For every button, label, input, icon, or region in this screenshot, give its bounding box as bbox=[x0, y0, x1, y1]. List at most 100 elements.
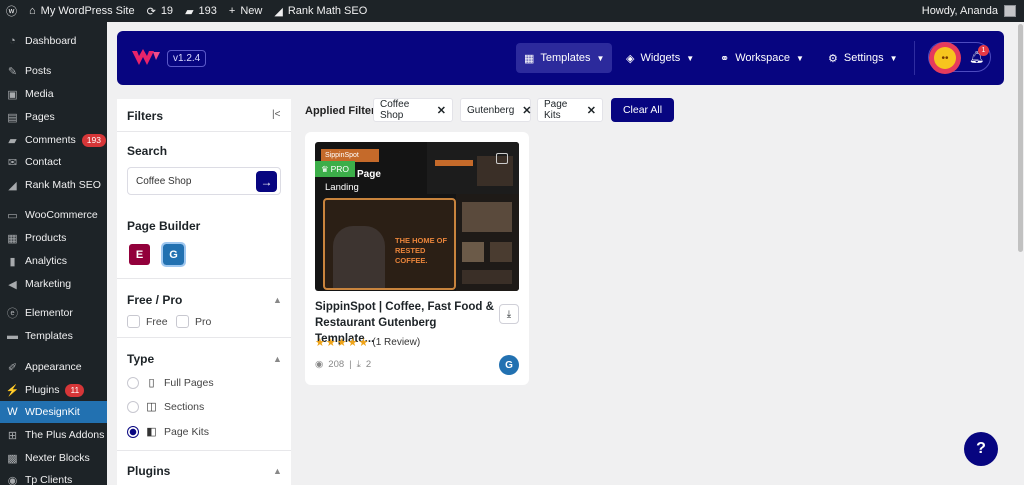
star-icon: ★ bbox=[336, 337, 347, 349]
elementor-filter-button[interactable]: E bbox=[129, 244, 150, 265]
chevron-up-icon[interactable]: ▲ bbox=[273, 466, 282, 476]
search-input[interactable] bbox=[136, 176, 246, 187]
sidebar-item-wdesignkit[interactable]: W WDesignKit bbox=[0, 401, 107, 423]
close-icon[interactable]: ✕ bbox=[522, 104, 531, 117]
search-box: → bbox=[127, 167, 281, 195]
elementor-icon: E bbox=[135, 248, 144, 261]
site-name-menu[interactable]: ⌂ My WordPress Site bbox=[23, 0, 141, 22]
sidebar-item-products[interactable]: ▦ Products bbox=[0, 227, 107, 249]
checkbox-box[interactable] bbox=[176, 315, 189, 328]
free-checkbox[interactable]: Free bbox=[127, 315, 168, 328]
sidebar-item-analytics[interactable]: ▮ Analytics bbox=[0, 250, 107, 272]
plugins-badge: 11 bbox=[65, 383, 85, 397]
emoji-avatar-icon: •• bbox=[934, 47, 956, 69]
scrollbar[interactable] bbox=[1017, 22, 1024, 485]
sidebar-item-dashboard[interactable]: ◔ Dashboard bbox=[0, 30, 107, 52]
collapse-panel-icon[interactable]: |< bbox=[272, 109, 280, 120]
radio-button-selected[interactable] bbox=[127, 425, 139, 438]
rating-stars: ★ ★ ★ ★ ★ (1 Review) bbox=[315, 336, 420, 349]
thumbnail-preview-top bbox=[427, 142, 519, 194]
template-stats: ◉ 208 | ⤓ 2 bbox=[315, 359, 371, 370]
wp-logo-menu[interactable]: ⓦ bbox=[0, 0, 23, 22]
chevron-up-icon[interactable]: ▲ bbox=[273, 354, 282, 364]
plugins-title: Plugins bbox=[127, 464, 171, 478]
checkbox-box[interactable] bbox=[127, 315, 140, 328]
plus-icon: + bbox=[228, 5, 236, 17]
gutenberg-filter-button[interactable]: G bbox=[161, 242, 186, 267]
view-count: 208 bbox=[328, 359, 345, 370]
nav-templates[interactable]: ▦ Templates ▼ bbox=[516, 43, 613, 73]
workspace-icon: ⚭ bbox=[720, 52, 730, 65]
star-icon: ★ bbox=[347, 337, 358, 349]
brush-icon: ✐ bbox=[7, 361, 18, 374]
sidebar-item-pages[interactable]: ▤ Pages bbox=[0, 106, 107, 128]
scrollbar-thumb[interactable] bbox=[1018, 24, 1023, 252]
layers-icon: ◈ bbox=[626, 52, 635, 65]
sidebar-item-nexter-blocks[interactable]: ▩ Nexter Blocks bbox=[0, 447, 107, 469]
sidebar-item-elementor[interactable]: ⓔ Elementor bbox=[0, 302, 107, 324]
chart-icon: ◢ bbox=[274, 5, 283, 18]
rank-math-menu[interactable]: ◢ Rank Math SEO bbox=[268, 0, 373, 22]
page-builder-title: Page Builder bbox=[127, 219, 201, 233]
updates-menu[interactable]: ⟳ 19 bbox=[141, 0, 179, 22]
type-full-pages-radio[interactable]: ▯ Full Pages bbox=[127, 376, 214, 389]
type-sections-radio[interactable]: ◫ Sections bbox=[127, 400, 204, 413]
filters-title: Filters bbox=[127, 109, 164, 123]
sidebar-item-contact[interactable]: ✉ Contact bbox=[0, 151, 107, 173]
book-icon: ◧ bbox=[146, 426, 157, 438]
sidebar-item-rank-math[interactable]: ◢ Rank Math SEO bbox=[0, 174, 107, 196]
sidebar-item-tp-clients[interactable]: ◉ Tp Clients bbox=[0, 469, 107, 485]
pin-icon: ✎ bbox=[7, 65, 18, 78]
avatar[interactable]: •• bbox=[929, 42, 961, 74]
sidebar-item-appearance[interactable]: ✐ Appearance bbox=[0, 356, 107, 378]
divider bbox=[117, 131, 291, 132]
free-pro-title: Free / Pro bbox=[127, 293, 183, 307]
search-submit-button[interactable]: → bbox=[256, 171, 277, 192]
help-button[interactable]: ? bbox=[964, 432, 998, 466]
type-page-kits-radio[interactable]: ◧ Page Kits bbox=[127, 425, 209, 438]
star-icon: ★ bbox=[325, 337, 336, 349]
radio-button[interactable] bbox=[127, 376, 139, 389]
wdesignkit-logo-icon[interactable] bbox=[131, 48, 161, 68]
user-menu[interactable]: •• 🔔︎ 1 bbox=[928, 42, 991, 74]
sidebar-item-templates[interactable]: ▬ Templates bbox=[0, 325, 107, 347]
sidebar-item-posts[interactable]: ✎ Posts bbox=[0, 60, 107, 82]
crown-icon: ♛ bbox=[320, 163, 329, 174]
nav-settings[interactable]: ⚙ Settings ▼ bbox=[820, 43, 906, 73]
new-content-menu[interactable]: + New bbox=[223, 0, 268, 22]
close-icon[interactable]: ✕ bbox=[587, 104, 596, 117]
wdesignkit-icon: W bbox=[7, 406, 18, 418]
preview-icon[interactable] bbox=[496, 153, 508, 164]
admin-bar: ⓦ ⌂ My WordPress Site ⟳ 19 ▰ 193 + New ◢ Rank… bbox=[0, 0, 1024, 22]
gutenberg-icon: G bbox=[169, 248, 178, 261]
clear-all-button[interactable]: Clear All bbox=[611, 98, 674, 122]
nav-workspace[interactable]: ⚭ Workspace ▼ bbox=[712, 43, 812, 73]
calendar-icon: ▦ bbox=[524, 52, 535, 65]
radio-button[interactable] bbox=[127, 400, 139, 413]
sidebar-item-comments[interactable]: ▰ Comments 193 bbox=[0, 129, 107, 151]
divider bbox=[117, 337, 291, 338]
sidebar-item-plugins[interactable]: ⚡ Plugins 11 bbox=[0, 379, 107, 401]
thumbnail-hero: THE HOME OF RESTED COFFEE. bbox=[323, 198, 456, 290]
template-card[interactable]: SippinSpot ♛ PRO Page Landing THE HOME OF… bbox=[305, 132, 529, 385]
comments-menu[interactable]: ▰ 193 bbox=[179, 0, 223, 22]
home-icon: ⌂ bbox=[29, 5, 36, 17]
comment-icon: ▰ bbox=[185, 5, 194, 18]
sidebar-item-woocommerce[interactable]: ▭ WooCommerce bbox=[0, 204, 107, 226]
download-button[interactable]: ⤓ bbox=[499, 304, 519, 324]
thumbnail-preview-side bbox=[456, 194, 519, 291]
star-icon: ★ bbox=[315, 337, 325, 349]
template-thumbnail[interactable]: SippinSpot ♛ PRO Page Landing THE HOME OF… bbox=[315, 142, 519, 291]
sidebar-item-marketing[interactable]: ◀ Marketing bbox=[0, 273, 107, 295]
sidebar-item-the-plus-addons[interactable]: ⊞ The Plus Addons bbox=[0, 424, 107, 446]
barista-image bbox=[333, 226, 385, 288]
type-title: Type bbox=[127, 352, 155, 366]
divider bbox=[117, 278, 291, 279]
sidebar-item-media[interactable]: ▣ Media bbox=[0, 83, 107, 105]
account-menu[interactable]: Howdy, Ananda bbox=[922, 5, 1024, 17]
close-icon[interactable]: ✕ bbox=[437, 104, 446, 117]
chevron-up-icon[interactable]: ▲ bbox=[273, 295, 282, 305]
applied-filter-label: Applied Filter : bbox=[305, 105, 382, 117]
nav-widgets[interactable]: ◈ Widgets ▼ bbox=[618, 43, 702, 73]
pro-checkbox[interactable]: Pro bbox=[176, 315, 211, 328]
